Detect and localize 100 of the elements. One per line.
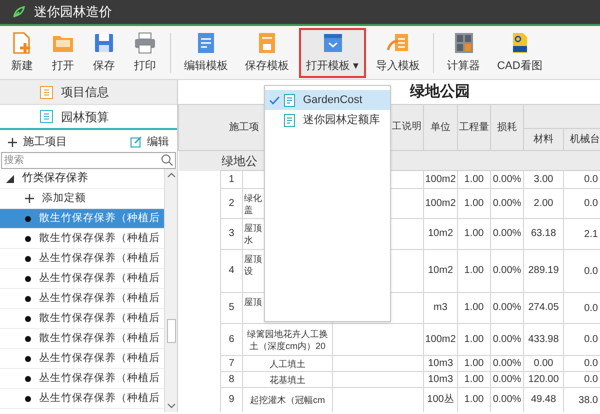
edit-icon [130, 136, 142, 148]
table-cell: 433.98 [524, 324, 564, 356]
scroll-up-icon[interactable] [166, 171, 176, 180]
tree-item[interactable]: 丛生竹保存保养（种植后 [0, 269, 164, 289]
table-cell: 0.00% [490, 188, 524, 218]
table-cell: 0.00% [490, 218, 524, 250]
row-number: 1 [220, 170, 242, 188]
toolbar-button[interactable]: 打印 [126, 28, 164, 78]
scroll-down-icon[interactable] [166, 401, 176, 410]
bullet-icon [25, 336, 31, 342]
toolbar-button[interactable]: 计算器 [440, 28, 488, 78]
table-cell: 花基填土 [242, 372, 332, 388]
table-cell: 2.00 [524, 188, 564, 218]
table-cell: 0.00% [490, 388, 524, 412]
search-field[interactable]: 搜索 [1, 152, 176, 169]
sidebar-tab[interactable]: 项目信息 [0, 80, 177, 105]
table-cell: 0.00% [490, 250, 524, 292]
table-cell: 1.00 [458, 170, 490, 188]
row-number: 9 [220, 388, 242, 412]
printer-icon [133, 30, 157, 55]
bullet-icon [25, 396, 31, 402]
table-cell: 10m2 [424, 250, 458, 292]
scrollbar-thumb[interactable] [167, 319, 176, 343]
tree-item[interactable]: 散生竹保存保养（种植后 [0, 329, 164, 349]
tab-icon [40, 86, 53, 98]
column-header: 材料 [524, 128, 564, 150]
tree-item[interactable]: 丛生竹保存保养（种植后 [0, 369, 164, 389]
expanded-triangle-icon[interactable] [6, 174, 14, 182]
tree-item[interactable]: 散生竹保存保养（种植后 [0, 229, 164, 249]
table-cell: 100m2 [424, 170, 458, 188]
window-title: 迷你园林造价 [34, 3, 112, 22]
table-cell: 63.18 [524, 218, 564, 250]
table-cell: 274.05 [524, 292, 564, 324]
table-cell: 0.00% [490, 170, 524, 188]
table-cell: 1.00 [458, 372, 490, 388]
leaf-icon [12, 5, 26, 19]
row-number: 4 [220, 250, 242, 292]
row-number: 5 [220, 292, 242, 324]
table-cell: 1.00 [458, 292, 490, 324]
table-cell: 10m3 [424, 372, 458, 388]
toolbar-button[interactable]: 编辑模板 [177, 28, 235, 78]
table-cell: 0.00% [490, 356, 524, 372]
table-cell: 0.00% [490, 372, 524, 388]
bullet-icon [25, 236, 31, 242]
toolbar-button[interactable]: CAD看图 [490, 28, 550, 78]
tree-item[interactable]: 丛生竹保存保养（种植后 [0, 349, 164, 369]
table-cell: 0.00% [490, 324, 524, 356]
tree-item[interactable]: 丛生竹保存保养（种植后 [0, 389, 164, 409]
check-icon [269, 96, 280, 104]
plus-icon [8, 138, 17, 146]
column-header: 单位 [424, 104, 458, 150]
table-cell: 3.00 [524, 170, 564, 188]
document-icon [284, 94, 295, 106]
table-cell: 0.00 [524, 356, 564, 372]
bullet-icon [25, 376, 31, 382]
column-header: 工程量 [458, 104, 490, 150]
table-cell: 120.00 [524, 372, 564, 388]
row-number: 3 [220, 218, 242, 250]
table-cell: 绿篱园地花卉人工换土（深度cm内）20 [242, 324, 332, 356]
table-cell: 1.00 [458, 324, 490, 356]
tree-item[interactable]: 丛生竹保存保养（种植后 [0, 249, 164, 269]
toolbar-button[interactable]: 保存模板 [238, 28, 296, 78]
plus-icon [25, 194, 34, 203]
toolbar-button[interactable]: 保存 [85, 28, 123, 78]
row-number: 7 [220, 356, 242, 372]
column-header: 机械台 [564, 128, 600, 150]
tree-item[interactable]: 散生竹保存保养（种植后 [0, 309, 164, 329]
toolbar-button[interactable]: 打开 [44, 28, 82, 78]
tree-item[interactable]: 丛生竹保存保养（种植后 [0, 289, 164, 309]
toolbar-button[interactable]: 导入模板 [369, 28, 428, 78]
sheet-title: 绿地公园 [410, 82, 470, 102]
edit-button[interactable]: 编辑 [130, 134, 169, 150]
toolbar-button[interactable]: 打开模板 ▾ [299, 28, 366, 78]
table-cell: 100m2 [424, 188, 458, 218]
table-cell: m3 [424, 292, 458, 324]
bullet-icon [25, 216, 31, 222]
table-cell: 10m2 [424, 218, 458, 250]
toolbar-button[interactable]: 新建 [3, 28, 41, 78]
table-cell: 0.00% [490, 292, 524, 324]
tab-icon [40, 110, 53, 123]
table-cell: 1.00 [458, 250, 490, 292]
search-icon [161, 154, 173, 166]
table-cell: 1.00 [458, 356, 490, 372]
bullet-icon [25, 256, 31, 262]
add-project-button[interactable]: 施工项目 [8, 134, 67, 150]
bullet-icon [25, 316, 31, 322]
table-cell: 289.19 [524, 250, 564, 292]
document-icon [284, 114, 295, 126]
row-number: 8 [220, 372, 242, 388]
bullet-icon [25, 356, 31, 362]
table-cell: 100m2 [424, 324, 458, 356]
scrollbar[interactable] [164, 169, 177, 412]
menu-item[interactable]: GardenCost [265, 90, 390, 110]
table-cell: 1.00 [458, 218, 490, 250]
bullet-icon [25, 276, 31, 282]
table-cell: 1.00 [458, 188, 490, 218]
tree-node[interactable]: 竹类保存保养 [22, 170, 88, 187]
column-header: 损耗 [490, 104, 524, 150]
row-number: 2 [220, 188, 242, 218]
table-cell: 人工填土 [242, 356, 332, 372]
